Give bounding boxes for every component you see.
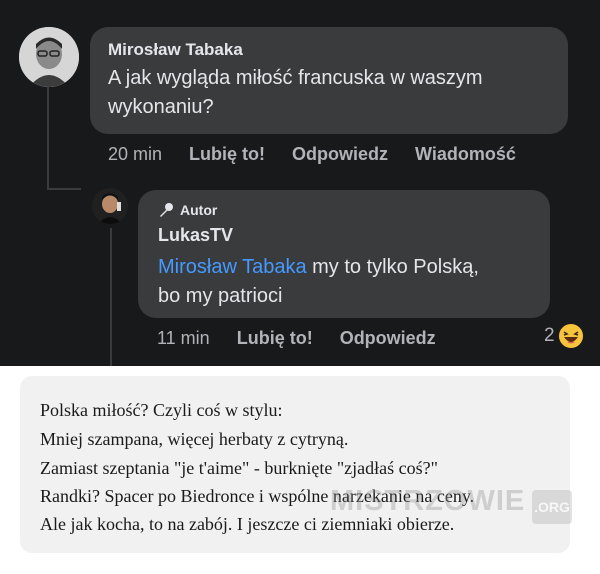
user-photo-icon: [19, 27, 79, 87]
reply-bubble: Autor LukasTV Mirosław Tabaka my to tylk…: [138, 190, 550, 318]
reply-author[interactable]: LukasTV: [158, 225, 233, 246]
avatar[interactable]: [19, 27, 79, 87]
like-button[interactable]: Lubię to!: [189, 144, 265, 165]
message-button[interactable]: Wiadomość: [415, 144, 516, 165]
reply-text-line1: my to tylko Polską,: [306, 256, 479, 278]
reply-time[interactable]: 11 min: [157, 328, 210, 349]
card-line: Zamiast szeptania "je t'aime" - burknięt…: [40, 458, 438, 478]
author-badge: Autor: [158, 202, 217, 218]
user-photo-icon: [92, 188, 128, 224]
thread-line: [47, 86, 49, 190]
comment-bubble: Mirosław Tabaka A jak wygląda miłość fra…: [90, 27, 568, 134]
reaction-count: 2: [544, 325, 555, 346]
comment-time[interactable]: 20 min: [108, 144, 162, 165]
watermark: MISTRZOWIE: [330, 485, 526, 517]
reply-text-line2: bo my patrioci: [158, 285, 283, 307]
laughing-emoji-icon: [556, 322, 585, 350]
card-line: Mniej szampana, więcej herbaty z cytryną…: [40, 429, 349, 449]
reply-thread-line: [110, 228, 112, 366]
reply-actions: 11 min Lubię to! Odpowiedz: [157, 328, 436, 349]
comments-panel: Mirosław Tabaka A jak wygląda miłość fra…: [0, 0, 600, 366]
quote-card: Polska miłość? Czyli coś w stylu: Mniej …: [20, 376, 570, 553]
comment-actions: 20 min Lubię to! Odpowiedz Wiadomość: [108, 144, 516, 165]
like-button[interactable]: Lubię to!: [237, 328, 313, 349]
card-line: Polska miłość? Czyli coś w stylu:: [40, 400, 283, 420]
reply-button[interactable]: Odpowiedz: [340, 328, 436, 349]
comment-author[interactable]: Mirosław Tabaka: [108, 40, 243, 60]
microphone-icon: [160, 203, 173, 217]
reply-avatar[interactable]: [92, 188, 128, 224]
mention-link[interactable]: Mirosław Tabaka: [158, 256, 307, 278]
reply-button[interactable]: Odpowiedz: [292, 144, 388, 165]
reaction-summary[interactable]: 2: [544, 322, 585, 350]
watermark-suffix: .ORG: [532, 490, 572, 524]
author-badge-label: Autor: [180, 202, 218, 218]
reply-text: Mirosław Tabaka my to tylko Polską, bo m…: [158, 253, 538, 311]
thread-connector: [47, 188, 81, 190]
comment-text: A jak wygląda miłość francuska w waszym …: [108, 67, 483, 118]
